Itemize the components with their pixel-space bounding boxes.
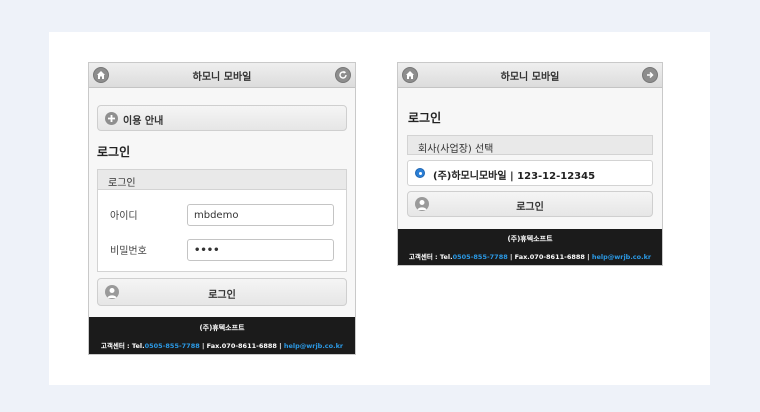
company-select-header: 회사(사업장) 선택 bbox=[407, 135, 653, 155]
phone-screen-login: 하모니 모바일 이용 안내 로그인 로그인 아이디 mbdemo 비밀번호 ••… bbox=[88, 62, 356, 355]
footer-cs-label: 고객센터 : Tel. bbox=[408, 253, 453, 261]
login-button-label: 로그인 bbox=[516, 202, 544, 213]
password-label: 비밀번호 bbox=[110, 246, 147, 257]
footer-fax: | Fax.070-8611-6888 | bbox=[199, 342, 284, 350]
header-bar: 하모니 모바일 bbox=[398, 63, 662, 88]
footer-company: (주)휴텍소프트 bbox=[507, 235, 553, 243]
guide-button-label: 이용 안내 bbox=[123, 116, 164, 127]
guide-button[interactable]: 이용 안내 bbox=[97, 105, 347, 131]
password-field[interactable]: •••• bbox=[187, 239, 334, 261]
id-field[interactable]: mbdemo bbox=[187, 204, 334, 226]
footer-contact: 고객센터 : Tel.0505-855-7788 | Fax.070-8611-… bbox=[398, 251, 662, 261]
content-card: 하모니 모바일 이용 안내 로그인 로그인 아이디 mbdemo 비밀번호 ••… bbox=[49, 32, 710, 385]
company-select-panel: 회사(사업장) 선택 (주)하모니모바일 | 123-12-12345 bbox=[407, 135, 653, 186]
footer: (주)휴텍소프트 고객센터 : Tel.0505-855-7788 | Fax.… bbox=[398, 229, 662, 265]
login-button[interactable]: 로그인 bbox=[407, 191, 653, 217]
arrow-right-icon[interactable] bbox=[642, 67, 658, 83]
company-option-label: (주)하모니모바일 | 123-12-12345 bbox=[433, 171, 596, 182]
home-icon[interactable] bbox=[93, 67, 109, 83]
login-heading: 로그인 bbox=[97, 145, 131, 159]
radio-selected-icon[interactable] bbox=[415, 168, 425, 178]
footer-tel-link[interactable]: 0505-855-7788 bbox=[453, 253, 508, 261]
footer-cs-label: 고객센터 : Tel. bbox=[100, 342, 145, 350]
login-button[interactable]: 로그인 bbox=[97, 278, 347, 306]
footer: (주)휴텍소프트 고객센터 : Tel.0505-855-7788 | Fax.… bbox=[89, 317, 355, 354]
company-select-title: 회사(사업장) 선택 bbox=[418, 144, 494, 155]
plus-circle-icon bbox=[105, 112, 118, 125]
footer-company: (주)휴텍소프트 bbox=[199, 324, 245, 332]
footer-email-link[interactable]: help@wrjb.co.kr bbox=[284, 342, 343, 350]
phone-screen-company-select: 하모니 모바일 로그인 회사(사업장) 선택 (주)하모니모바일 | 123-1… bbox=[397, 62, 663, 266]
refresh-icon[interactable] bbox=[335, 67, 351, 83]
login-panel-header: 로그인 bbox=[98, 170, 346, 190]
header-title: 하모니 모바일 bbox=[192, 71, 252, 83]
company-option[interactable]: (주)하모니모바일 | 123-12-12345 bbox=[407, 160, 653, 186]
password-field-value: •••• bbox=[194, 244, 220, 256]
footer-contact: 고객센터 : Tel.0505-855-7788 | Fax.070-8611-… bbox=[89, 340, 355, 350]
header-title: 하모니 모바일 bbox=[500, 71, 560, 83]
footer-email-link[interactable]: help@wrjb.co.kr bbox=[592, 253, 651, 261]
login-button-label: 로그인 bbox=[208, 290, 236, 301]
login-heading: 로그인 bbox=[408, 111, 442, 125]
id-field-value: mbdemo bbox=[194, 209, 239, 221]
header-bar: 하모니 모바일 bbox=[89, 63, 355, 88]
footer-fax: | Fax.070-8611-6888 | bbox=[507, 253, 592, 261]
login-panel: 로그인 아이디 mbdemo 비밀번호 •••• bbox=[97, 169, 347, 272]
login-panel-title: 로그인 bbox=[108, 178, 136, 189]
id-label: 아이디 bbox=[110, 211, 138, 222]
footer-tel-link[interactable]: 0505-855-7788 bbox=[145, 342, 200, 350]
home-icon[interactable] bbox=[402, 67, 418, 83]
